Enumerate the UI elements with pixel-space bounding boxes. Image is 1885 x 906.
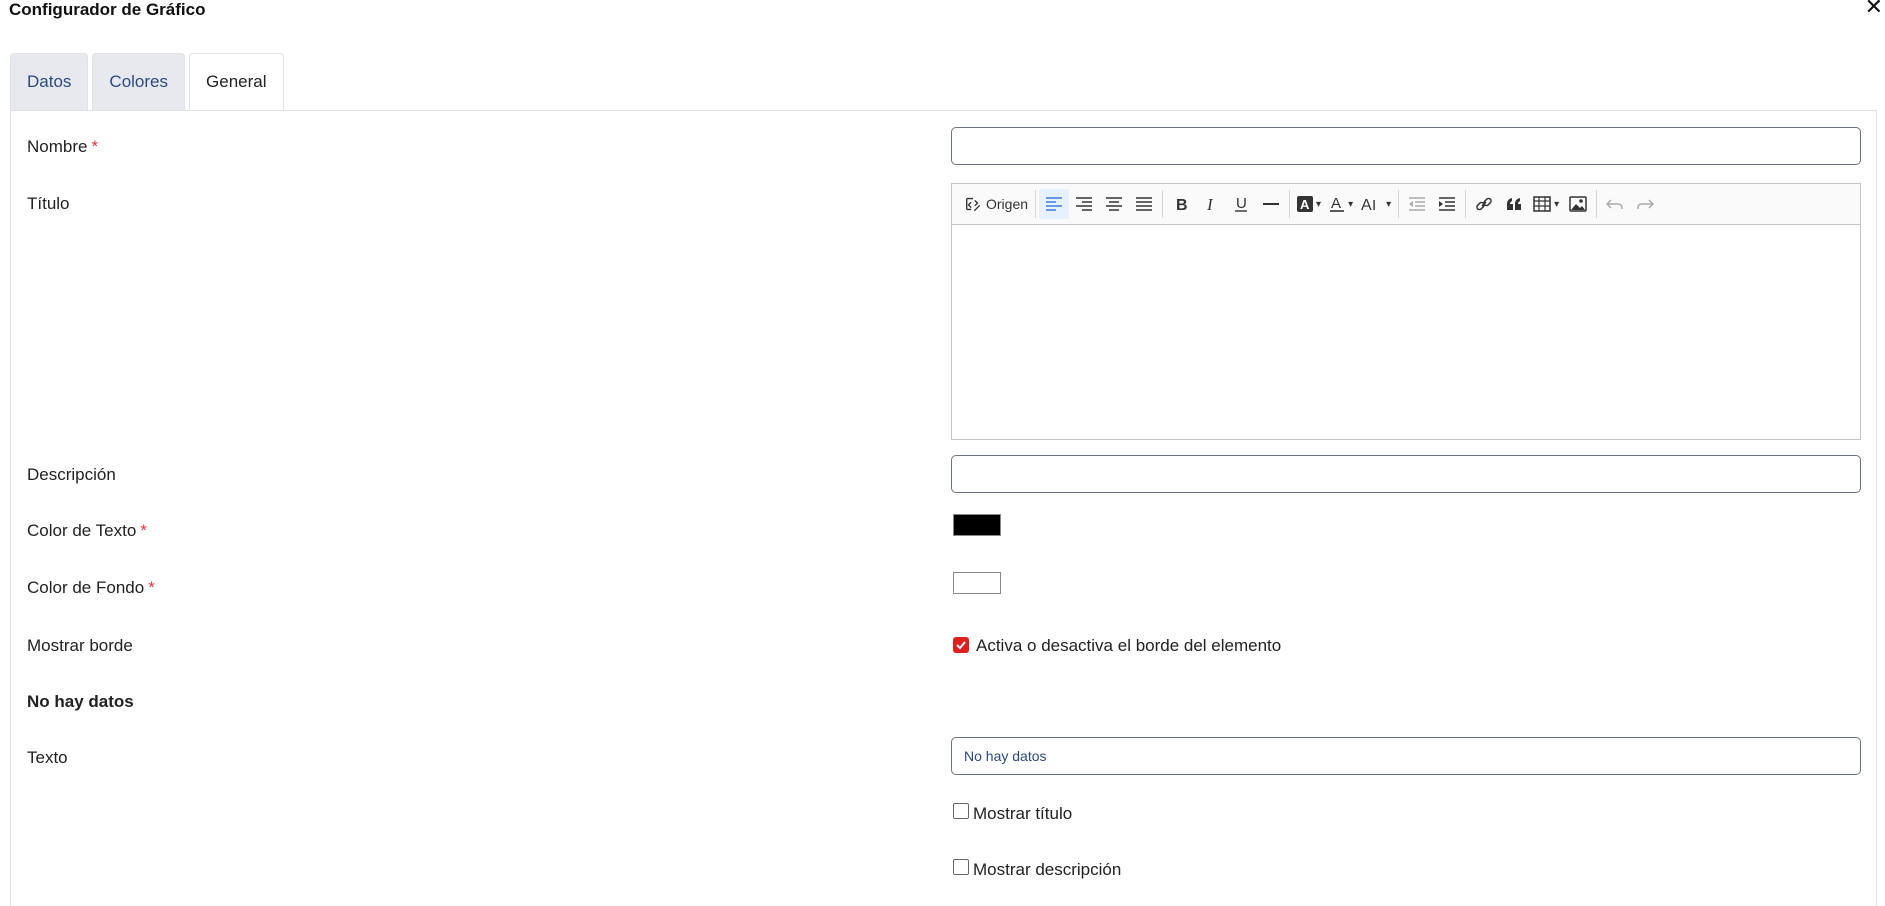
undo-button[interactable] — [1600, 189, 1630, 219]
image-icon — [1569, 196, 1587, 212]
outdent-icon — [1409, 197, 1426, 211]
color-texto-label-text: Color de Texto — [27, 521, 137, 540]
close-icon[interactable]: ✕ — [1865, 0, 1883, 18]
toolbar-divider — [1465, 190, 1467, 218]
indent-icon — [1439, 197, 1456, 211]
descripcion-label: Descripción — [27, 465, 116, 484]
descripcion-input[interactable] — [951, 455, 1861, 493]
font-background-color-icon: A — [1297, 196, 1314, 212]
required-mark: * — [148, 578, 155, 597]
italic-button[interactable]: I — [1196, 189, 1226, 219]
font-color-icon: A — [1330, 195, 1345, 212]
required-mark: * — [140, 521, 147, 540]
checkmark-icon — [956, 641, 966, 650]
editor-toolbar: Origen B I U A ▾ A ▾ A I ▾ ▾ — [952, 184, 1860, 225]
bold-icon: B — [1176, 197, 1188, 212]
toolbar-divider — [1035, 190, 1037, 218]
color-fondo-label: Color de Fondo * — [27, 578, 155, 598]
text-color-picker[interactable] — [953, 514, 1001, 536]
mostrar-borde-checkbox-label: Activa o desactiva el borde del elemento — [976, 636, 1282, 655]
align-justify-button[interactable] — [1129, 189, 1159, 219]
horizontal-line-button[interactable] — [1256, 189, 1286, 219]
quote-icon — [1507, 198, 1522, 210]
link-icon — [1476, 197, 1492, 211]
underline-button[interactable]: U — [1226, 189, 1256, 219]
font-size-icon: AI — [1361, 197, 1376, 212]
toolbar-divider — [1162, 190, 1164, 218]
align-left-button[interactable] — [1039, 189, 1070, 219]
indent-button[interactable] — [1432, 189, 1462, 219]
redo-button[interactable] — [1630, 189, 1660, 219]
svg-text:I: I — [1206, 196, 1214, 212]
toolbar-divider — [1596, 190, 1598, 218]
required-mark: * — [91, 137, 99, 156]
chevron-down-icon: ▾ — [1316, 198, 1322, 210]
tab-bar: Datos Colores General — [10, 53, 284, 110]
toolbar-divider — [1398, 190, 1400, 218]
svg-text:A: A — [1300, 197, 1310, 212]
chevron-down-icon: ▾ — [1348, 198, 1354, 210]
mostrar-descripcion-label: Mostrar descripción — [973, 860, 1122, 879]
outdent-button[interactable] — [1402, 189, 1432, 219]
italic-icon: I — [1206, 196, 1214, 212]
color-fondo-label-text: Color de Fondo — [27, 578, 145, 597]
titulo-label: Título — [27, 194, 70, 213]
source-label: Origen — [986, 196, 1029, 212]
dialog-title: Configurador de Gráfico — [9, 0, 206, 19]
svg-text:U: U — [1236, 195, 1247, 212]
titulo-rich-text-editor: Origen B I U A ▾ A ▾ A I ▾ ▾ — [951, 183, 1861, 440]
link-button[interactable] — [1469, 189, 1499, 219]
tab-general[interactable]: General — [189, 53, 284, 110]
insert-table-button[interactable]: ▾ — [1529, 189, 1563, 219]
color-texto-label: Color de Texto * — [27, 521, 147, 541]
align-center-button[interactable] — [1099, 189, 1129, 219]
font-size-button[interactable]: AI ▾ — [1357, 189, 1395, 219]
nombre-label-text: Nombre — [27, 137, 88, 156]
tab-datos[interactable]: Datos — [10, 53, 89, 110]
align-center-icon — [1106, 197, 1123, 211]
horizontal-line-icon — [1263, 203, 1280, 205]
background-color-picker[interactable] — [953, 572, 1001, 594]
bold-button[interactable]: B — [1166, 189, 1196, 219]
nombre-input[interactable] — [951, 127, 1861, 165]
redo-icon — [1637, 199, 1655, 209]
toolbar-divider — [1289, 190, 1291, 218]
tab-colores[interactable]: Colores — [92, 53, 186, 110]
editor-content-area[interactable] — [952, 225, 1860, 439]
nombre-label: Nombre * — [27, 137, 98, 157]
mostrar-borde-checkbox[interactable] — [953, 637, 969, 653]
align-left-icon — [1046, 197, 1063, 211]
svg-text:B: B — [1176, 197, 1188, 212]
mostrar-titulo-checkbox[interactable] — [953, 803, 969, 819]
svg-text:A: A — [1331, 195, 1341, 212]
svg-text:A: A — [1361, 197, 1372, 212]
chevron-down-icon: ▾ — [1386, 198, 1392, 210]
underline-icon: U — [1235, 195, 1248, 212]
svg-text:I: I — [1372, 197, 1376, 212]
insert-image-button[interactable] — [1563, 189, 1593, 219]
no-data-section-heading: No hay datos — [27, 692, 134, 711]
mostrar-titulo-label: Mostrar título — [973, 804, 1073, 823]
undo-icon — [1606, 199, 1623, 209]
font-color-button[interactable]: A ▾ — [1325, 189, 1357, 219]
texto-label: Texto — [27, 748, 68, 767]
font-background-color-button[interactable]: A ▾ — [1293, 189, 1325, 219]
blockquote-button[interactable] — [1499, 189, 1529, 219]
table-icon — [1533, 196, 1551, 212]
mostrar-borde-label: Mostrar borde — [27, 636, 133, 655]
source-button[interactable]: Origen — [960, 189, 1032, 219]
texto-input[interactable] — [951, 737, 1861, 775]
align-right-button[interactable] — [1069, 189, 1099, 219]
mostrar-descripcion-checkbox[interactable] — [953, 859, 969, 875]
align-justify-icon — [1136, 197, 1153, 211]
source-icon — [966, 197, 981, 212]
chevron-down-icon: ▾ — [1554, 198, 1560, 210]
align-right-icon — [1076, 197, 1093, 211]
